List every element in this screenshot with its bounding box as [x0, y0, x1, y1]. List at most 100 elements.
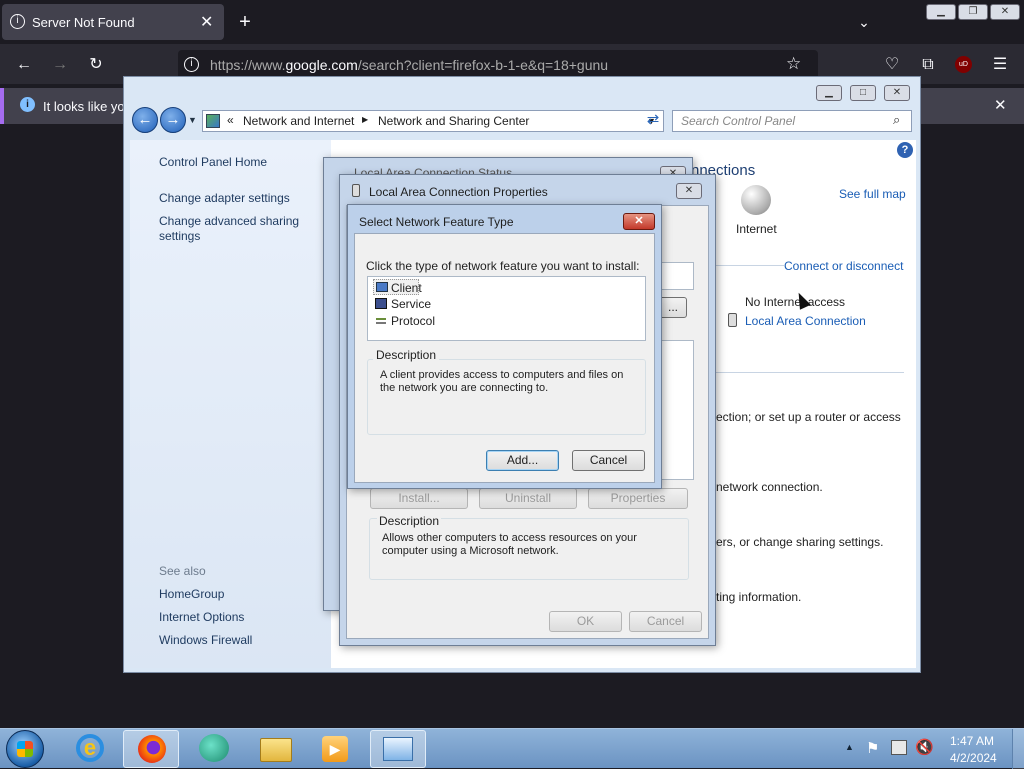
close-icon[interactable]: ✕ — [990, 4, 1020, 20]
local-area-connection-link[interactable]: Local Area Connection — [745, 314, 866, 328]
close-tab-icon[interactable]: ✕ — [200, 12, 213, 32]
feature-dialog-body: Click the type of network feature you wa… — [354, 233, 655, 483]
feature-client-item[interactable]: Client — [373, 279, 422, 295]
breadcrumb-sharing-center[interactable]: Network and Sharing Center — [378, 114, 529, 128]
homegroup-link[interactable]: HomeGroup — [159, 587, 224, 601]
search-icon[interactable]: ⌕ — [893, 112, 900, 128]
feature-client-label: Client — [391, 281, 422, 295]
show-hidden-icons[interactable]: ▲ — [845, 742, 854, 752]
left-pane: Control Panel Home Change adapter settin… — [130, 140, 331, 668]
help-icon[interactable]: ? — [897, 142, 913, 158]
connect-disconnect-link[interactable]: Connect or disconnect — [784, 259, 903, 273]
cp-minimize-icon[interactable]: ▁ — [816, 85, 842, 101]
lac-properties-title: Local Area Connection Properties — [369, 185, 548, 199]
add-button[interactable]: Add... — [486, 450, 559, 471]
forward-arrow-icon[interactable]: → — [160, 107, 186, 133]
feature-protocol-item[interactable]: Protocol — [373, 313, 443, 329]
forward-icon[interactable]: → — [45, 50, 75, 80]
sharing-settings-text: ers, or change sharing settings. — [716, 535, 884, 549]
change-advanced-sharing-link[interactable]: Change advanced sharing settings — [159, 214, 309, 244]
properties-button[interactable]: Properties — [588, 488, 688, 509]
info-icon: i — [20, 97, 35, 112]
search-placeholder: Search Control Panel — [681, 114, 796, 128]
search-control-panel-input[interactable]: Search Control Panel ⌕ — [672, 110, 912, 132]
address-bar[interactable]: « Network and Internet ▶ Network and Sha… — [202, 110, 664, 132]
start-button[interactable] — [6, 730, 44, 768]
control-panel-logo — [383, 737, 413, 761]
lac-properties-close-icon[interactable]: ✕ — [676, 183, 702, 199]
cp-maximize-icon[interactable]: □ — [850, 85, 876, 101]
feature-cancel-button[interactable]: Cancel — [572, 450, 645, 471]
internet-globe-icon — [741, 185, 771, 215]
description-text: Allows other computers to access resourc… — [382, 532, 637, 557]
internet-label: Internet — [736, 222, 777, 236]
file-explorer-icon[interactable] — [248, 730, 304, 768]
service-icon — [375, 298, 387, 309]
divider — [716, 265, 784, 266]
refresh-icon[interactable]: ⇄ — [642, 110, 664, 132]
breadcrumb-arrow-icon: ▶ — [362, 115, 369, 124]
cancel-button[interactable]: Cancel — [629, 611, 702, 632]
cp-close-icon[interactable]: ✕ — [884, 85, 910, 101]
recent-pages-chevron-icon[interactable]: ▼ — [188, 115, 197, 125]
firefox-logo — [138, 735, 166, 763]
tab-title: Server Not Found — [32, 15, 135, 30]
network-adapter-icon — [352, 184, 360, 197]
clock-date[interactable]: 4/2/2024 — [950, 751, 997, 765]
info-icon: i — [10, 14, 25, 29]
windows-firewall-link[interactable]: Windows Firewall — [159, 633, 252, 647]
divider — [716, 372, 904, 373]
menu-icon[interactable]: ☰ — [985, 50, 1015, 80]
ie-logo: e — [76, 734, 104, 762]
ok-button[interactable]: OK — [549, 611, 622, 632]
browser-tab[interactable]: i Server Not Found ✕ — [2, 4, 224, 40]
see-full-map-link[interactable]: See full map — [839, 187, 906, 201]
setup-connection-text: ection; or set up a router or access — [716, 410, 901, 424]
see-also-label: See also — [159, 564, 206, 578]
breadcrumb-overflow[interactable]: « — [227, 113, 234, 127]
internet-options-link[interactable]: Internet Options — [159, 610, 244, 624]
reload-icon[interactable]: ↻ — [81, 50, 111, 80]
windows-logo-icon — [17, 741, 33, 757]
minimize-icon[interactable]: ▁ — [926, 4, 956, 20]
show-desktop-button[interactable] — [1012, 729, 1024, 769]
control-panel-taskbar-icon[interactable] — [370, 730, 426, 768]
back-arrow-icon[interactable]: ← — [132, 107, 158, 133]
change-adapter-settings-link[interactable]: Change adapter settings — [159, 191, 290, 205]
uninstall-button[interactable]: Uninstall — [479, 488, 577, 509]
back-icon[interactable]: ← — [9, 50, 39, 80]
bubble-logo — [199, 734, 229, 762]
troubleshoot-text: ting information. — [716, 590, 802, 604]
app-bubble-icon[interactable] — [186, 730, 242, 768]
folder-logo — [260, 738, 292, 762]
tab-list-chevron-icon[interactable]: ⌄ — [849, 7, 879, 37]
taskbar: e ▶ ▲ ⚑ 🔇 1:47 AM 4/2/2024 — [0, 728, 1024, 769]
control-panel-home-link[interactable]: Control Panel Home — [159, 155, 267, 169]
install-button[interactable]: Install... — [370, 488, 468, 509]
media-player-icon[interactable]: ▶ — [308, 730, 364, 768]
clock-time[interactable]: 1:47 AM — [950, 734, 994, 748]
firefox-icon[interactable] — [123, 730, 179, 768]
ublock-icon[interactable]: uD — [955, 56, 972, 73]
feature-dialog-close-icon[interactable]: ✕ — [623, 213, 655, 230]
configure-button[interactable]: ... — [659, 297, 687, 318]
volume-muted-icon[interactable]: 🔇 — [915, 738, 934, 756]
network-status-icon[interactable] — [891, 740, 907, 755]
media-logo: ▶ — [322, 736, 348, 762]
feature-description-text: A client provides access to computers an… — [380, 369, 624, 394]
restore-icon[interactable]: ❐ — [958, 4, 988, 20]
select-network-feature-dialog: Select Network Feature Type ✕ Click the … — [347, 204, 662, 489]
url-text: https://www.google.com/search?client=fir… — [210, 57, 609, 73]
bookmark-star-icon[interactable]: ☆ — [786, 54, 801, 74]
internet-explorer-icon[interactable]: e — [62, 730, 118, 768]
breadcrumb-network-internet[interactable]: Network and Internet — [243, 114, 354, 128]
new-tab-icon[interactable]: + — [230, 7, 260, 37]
feature-service-label: Service — [391, 297, 432, 311]
feature-service-item[interactable]: Service — [373, 296, 443, 312]
site-info-icon[interactable]: i — [184, 57, 199, 72]
action-center-flag-icon[interactable]: ⚑ — [866, 739, 879, 757]
protocol-icon — [376, 318, 386, 324]
close-notification-icon[interactable]: ✕ — [994, 96, 1007, 114]
feature-protocol-label: Protocol — [391, 314, 436, 328]
connect-network-text: network connection. — [716, 480, 823, 494]
